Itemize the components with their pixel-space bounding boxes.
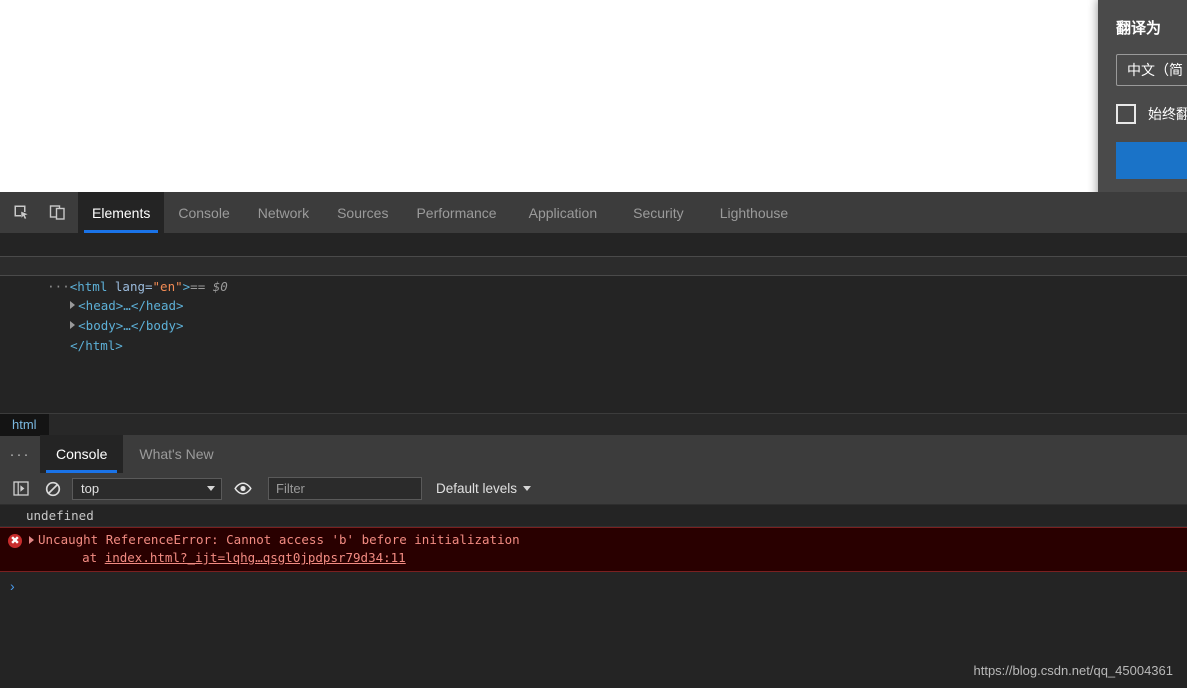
dom-tree-panel[interactable]: <!DOCTYPE html> ···<html lang="en">== $0… [0,233,1187,413]
console-error-stack: at index.html?_ijt=lqhg…qsgt0jpdpsr79d34… [0,549,1187,567]
always-translate-checkbox[interactable] [1116,104,1136,124]
drawer-tab-console-label: Console [56,446,108,462]
console-levels-dropdown[interactable]: Default levels [436,481,532,496]
devtools-tab-list: Elements Console Network Sources Perform… [78,192,806,233]
tab-application[interactable]: Application [511,192,616,233]
tab-performance-label: Performance [416,204,497,221]
translate-confirm-button[interactable]: 翻 [1116,142,1187,179]
watermark: https://blog.csdn.net/qq_45004361 [973,663,1174,678]
devtools-window: Elements Console Network Sources Perform… [0,192,1187,688]
page-viewport [0,0,1187,192]
tab-sources[interactable]: Sources [323,192,402,233]
tab-lighthouse[interactable]: Lighthouse [702,192,807,233]
console-context-value: top [81,481,100,496]
tab-application-label: Application [528,204,598,221]
drawer-tabbar: ··· Console What's New [0,435,1187,473]
console-toolbar: top Filter Default levels [0,473,1187,505]
dom-html-close-text: </html> [70,338,123,353]
devtools-tabbar: Elements Console Network Sources Perform… [0,192,1187,233]
error-icon: ✖ [8,534,22,548]
console-context-select[interactable]: top [72,477,222,500]
sidebar-toggle-icon[interactable] [8,477,34,501]
console-prompt[interactable]: › [0,572,1187,600]
tab-network-label: Network [257,204,310,221]
tab-sources-label: Sources [337,204,389,221]
dom-row-html-close[interactable]: </html> [0,316,1187,353]
always-translate-row[interactable]: 始终翻 [1116,104,1187,124]
tab-lighthouse-label: Lighthouse [719,204,789,221]
tab-security[interactable]: Security [615,192,702,233]
devtools-toolbar-icons [0,192,70,233]
dom-row-doctype[interactable]: <!DOCTYPE html> [0,236,1187,273]
inspect-element-icon[interactable] [8,200,34,226]
tab-console-label: Console [178,204,230,221]
more-tools-icon[interactable]: ··· [0,435,40,473]
console-filter-input[interactable]: Filter [268,477,422,500]
console-message-error[interactable]: ✖ Uncaught ReferenceError: Cannot access… [0,527,1187,572]
translate-language-select[interactable]: 中文（简 [1116,54,1187,86]
dom-row-body[interactable]: <body>…</body> [0,296,1187,333]
tab-performance[interactable]: Performance [402,192,510,233]
console-error-source-link[interactable]: index.html?_ijt=lqhg…qsgt0jpdpsr79d34:11 [105,550,406,565]
console-error-text: Uncaught ReferenceError: Cannot access '… [38,532,520,547]
device-toolbar-icon[interactable] [44,200,70,226]
drawer-tab-whats-new[interactable]: What's New [123,435,229,473]
tab-elements[interactable]: Elements [78,192,165,233]
translate-popup-title: 翻译为 [1116,20,1162,37]
console-message-log: undefined [0,505,1187,527]
breadcrumb-item-html[interactable]: html [0,413,49,436]
console-error-stack-prefix: at [52,550,105,565]
eye-icon[interactable] [230,477,256,501]
tab-elements-label: Elements [92,204,151,221]
dom-row-html[interactable]: ···<html lang="en">== $0 [0,256,1187,294]
dom-row-head[interactable]: <head>…</head> [0,276,1187,313]
breadcrumb: html [0,413,1187,436]
expand-triangle-icon[interactable] [29,536,34,544]
console-messages: undefined ✖ Uncaught ReferenceError: Can… [0,505,1187,600]
console-levels-label: Default levels [436,481,518,496]
chevron-down-icon [207,486,215,491]
tab-security-label: Security [633,204,684,221]
prompt-chevron-icon: › [10,578,15,594]
tab-console[interactable]: Console [164,192,243,233]
always-translate-label: 始终翻 [1148,106,1187,122]
drawer-tab-console[interactable]: Console [40,435,124,473]
tab-network[interactable]: Network [244,192,323,233]
chevron-down-icon [523,486,532,491]
drawer-tab-whats-new-label: What's New [139,446,214,462]
clear-console-icon[interactable] [40,477,66,501]
translate-popup: 翻译为 中文（简 始终翻 翻 [1098,0,1187,205]
